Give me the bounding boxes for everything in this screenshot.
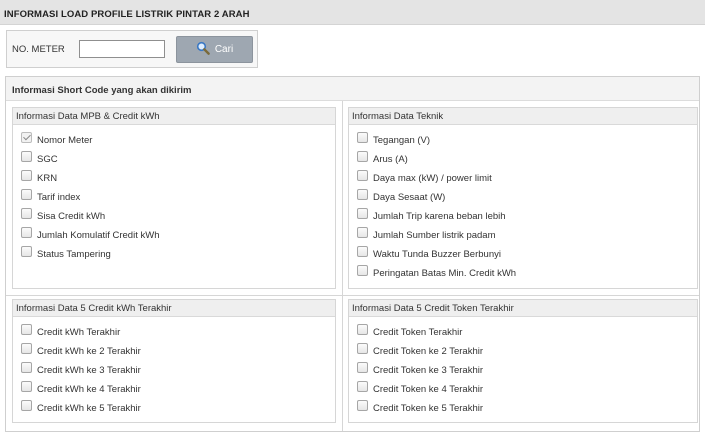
checkbox-label: Sisa Credit kWh — [37, 211, 106, 222]
search-button[interactable]: Cari — [176, 36, 253, 63]
checkbox-item[interactable]: Jumlah Trip karena beban lebih — [357, 206, 697, 225]
checkbox-label: Status Tampering — [37, 249, 111, 260]
checkbox[interactable] — [357, 132, 368, 143]
checkbox-label: Credit Token ke 4 Terakhir — [373, 384, 484, 395]
search-panel: NO. METER Cari — [6, 30, 258, 68]
checkbox[interactable] — [357, 227, 368, 238]
checkbox[interactable] — [21, 362, 32, 373]
checkbox-label: Tegangan (V) — [373, 135, 431, 146]
checkbox-label: Credit Token ke 3 Terakhir — [373, 365, 484, 376]
credit-kwh-checklist: Credit kWh Terakhir Credit kWh ke 2 Terak… — [13, 317, 335, 417]
section-data-teknik-title: Informasi Data Teknik — [349, 108, 697, 125]
checkbox-item[interactable]: Status Tampering — [21, 244, 335, 263]
checkbox[interactable] — [21, 343, 32, 354]
checkbox-checked[interactable] — [21, 132, 32, 143]
checkbox[interactable] — [21, 151, 32, 162]
checkbox-item[interactable]: Arus (A) — [357, 149, 697, 168]
teknik-checklist: Tegangan (V) Arus (A) Daya max (kW) / powe… — [349, 125, 697, 282]
checkbox-item[interactable]: Credit kWh ke 3 Terakhir — [21, 360, 335, 379]
mpb-checklist: Nomor Meter SGC KRN Tarif index Sisa Credit … — [13, 125, 335, 263]
row-divider — [6, 295, 699, 296]
meter-number-label: NO. METER — [12, 44, 65, 55]
checkbox-label: SGC — [37, 154, 58, 165]
checkbox-item[interactable]: Credit kWh ke 2 Terakhir — [21, 341, 335, 360]
section-credit-kwh-title: Informasi Data 5 Credit kWh Terakhir — [13, 300, 335, 317]
checkbox-label: Waktu Tunda Buzzer Berbunyi — [373, 249, 501, 260]
checkbox-item[interactable]: Peringatan Batas Min. Credit kWh — [357, 263, 697, 282]
checkbox-label: Jumlah Komulatif Credit kWh — [37, 230, 160, 241]
checkbox-label: Credit Token ke 2 Terakhir — [373, 346, 484, 357]
checkbox-item[interactable]: Credit kWh ke 5 Terakhir — [21, 398, 335, 417]
section-credit-token-title: Informasi Data 5 Credit Token Terakhir — [349, 300, 697, 317]
checkbox-label: Daya Sesaat (W) — [373, 192, 446, 203]
short-code-panel: Informasi Short Code yang akan dikirim I… — [5, 76, 700, 432]
magnifier-icon — [196, 41, 210, 58]
section-mpb-credit: Informasi Data MPB & Credit kWh Nomor Me… — [12, 107, 336, 289]
checkbox[interactable] — [357, 324, 368, 335]
checkbox[interactable] — [21, 170, 32, 181]
checkbox[interactable] — [21, 227, 32, 238]
checkbox-item[interactable]: Credit Token ke 2 Terakhir — [357, 341, 697, 360]
checkbox[interactable] — [357, 170, 368, 181]
section-data-teknik: Informasi Data Teknik Tegangan (V) Arus (… — [348, 107, 698, 289]
checkbox-label: Credit kWh ke 3 Terakhir — [37, 365, 141, 376]
checkbox[interactable] — [21, 246, 32, 257]
checkbox-item[interactable]: Credit Token ke 5 Terakhir — [357, 398, 697, 417]
checkbox-label: Daya max (kW) / power limit — [373, 173, 492, 184]
checkbox-item[interactable]: Jumlah Sumber listrik padam — [357, 225, 697, 244]
checkbox[interactable] — [21, 324, 32, 335]
checkbox[interactable] — [21, 208, 32, 219]
short-code-panel-title: Informasi Short Code yang akan dikirim — [6, 77, 699, 101]
checkbox[interactable] — [357, 400, 368, 411]
checkbox-item[interactable]: Jumlah Komulatif Credit kWh — [21, 225, 335, 244]
checkbox-label: Jumlah Sumber listrik padam — [373, 230, 496, 241]
checkbox-item[interactable]: Credit Token ke 3 Terakhir — [357, 360, 697, 379]
checkbox-label: Credit kWh ke 5 Terakhir — [37, 403, 141, 414]
meter-number-input[interactable] — [79, 40, 165, 58]
checkbox-label: Credit Token ke 5 Terakhir — [373, 403, 484, 414]
checkbox-item[interactable]: Tegangan (V) — [357, 130, 697, 149]
checkbox[interactable] — [21, 189, 32, 200]
checkbox-item[interactable]: SGC — [21, 149, 335, 168]
checkbox-label: Credit kWh Terakhir — [37, 327, 121, 338]
checkbox-item[interactable]: Tarif index — [21, 187, 335, 206]
checkbox-item[interactable]: Credit kWh Terakhir — [21, 322, 335, 341]
column-divider — [342, 101, 343, 431]
checkbox-label: Tarif index — [37, 192, 81, 203]
checkbox-label: Arus (A) — [373, 154, 408, 165]
page-title: INFORMASI LOAD PROFILE LISTRIK PINTAR 2 … — [0, 0, 705, 25]
checkbox-item[interactable]: Daya max (kW) / power limit — [357, 168, 697, 187]
checkbox-item[interactable]: Nomor Meter — [21, 130, 335, 149]
checkbox-label: Credit Token Terakhir — [373, 327, 463, 338]
checkbox-item[interactable]: Credit Token ke 4 Terakhir — [357, 379, 697, 398]
checkbox-label: Nomor Meter — [37, 135, 93, 146]
checkbox-label: Jumlah Trip karena beban lebih — [373, 211, 506, 222]
checkbox[interactable] — [357, 265, 368, 276]
section-credit-token: Informasi Data 5 Credit Token Terakhir C… — [348, 299, 698, 423]
checkbox[interactable] — [357, 246, 368, 257]
checkbox[interactable] — [357, 151, 368, 162]
checkbox-item[interactable]: Credit Token Terakhir — [357, 322, 697, 341]
checkbox-item[interactable]: Daya Sesaat (W) — [357, 187, 697, 206]
checkbox-item[interactable]: Credit kWh ke 4 Terakhir — [21, 379, 335, 398]
checkbox[interactable] — [21, 400, 32, 411]
search-button-label: Cari — [214, 44, 234, 55]
checkbox-item[interactable]: KRN — [21, 168, 335, 187]
credit-token-checklist: Credit Token Terakhir Credit Token ke 2 T… — [349, 317, 697, 417]
checkbox[interactable] — [357, 362, 368, 373]
checkbox-label: KRN — [37, 173, 58, 184]
checkbox[interactable] — [357, 189, 368, 200]
checkbox[interactable] — [357, 208, 368, 219]
section-mpb-credit-title: Informasi Data MPB & Credit kWh — [13, 108, 335, 125]
section-credit-kwh: Informasi Data 5 Credit kWh Terakhir Cre… — [12, 299, 336, 423]
checkbox[interactable] — [357, 343, 368, 354]
checkbox-item[interactable]: Waktu Tunda Buzzer Berbunyi — [357, 244, 697, 263]
checkbox-label: Credit kWh ke 2 Terakhir — [37, 346, 141, 357]
checkbox-label: Peringatan Batas Min. Credit kWh — [373, 268, 517, 279]
checkbox[interactable] — [21, 381, 32, 392]
checkbox[interactable] — [357, 381, 368, 392]
checkbox-item[interactable]: Sisa Credit kWh — [21, 206, 335, 225]
checkbox-label: Credit kWh ke 4 Terakhir — [37, 384, 141, 395]
